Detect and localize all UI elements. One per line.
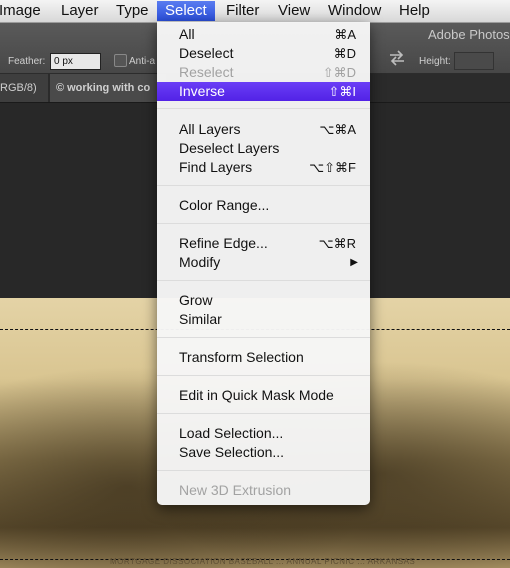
menu-item-inverse-shortcut: ⇧⌘I [328, 84, 356, 99]
menu-item-quick-mask[interactable]: Edit in Quick Mask Mode [157, 386, 370, 405]
menu-item-grow-label: Grow [179, 292, 213, 308]
document-tab-2[interactable]: © working with co [50, 74, 166, 102]
menu-item-all-label: All [179, 26, 195, 42]
menu-bar: Image Layer Type Select Filter View Wind… [0, 0, 510, 23]
menu-item-save-selection-label: Save Selection... [179, 444, 285, 460]
menu-item-deselect[interactable]: Deselect ⌘D [157, 44, 370, 63]
antialias-label: Anti-a [129, 56, 156, 67]
menu-item-find-layers-shortcut: ⌥⇧⌘F [309, 160, 356, 175]
antialias-checkbox[interactable] [114, 54, 127, 67]
menu-filter[interactable]: Filter [226, 1, 259, 21]
menu-item-save-selection[interactable]: Save Selection... [157, 443, 370, 462]
menu-separator [157, 413, 370, 414]
menu-separator [157, 185, 370, 186]
menu-item-grow[interactable]: Grow [157, 291, 370, 310]
menu-item-all-layers-label: All Layers [179, 121, 241, 137]
menu-type[interactable]: Type [116, 1, 149, 21]
photo-caption: MORTGAGE DISSOCIATION BASEBALL ... ANNUA… [110, 557, 416, 566]
select-dropdown-menu: All ⌘A Deselect ⌘D Reselect ⇧⌘D Inverse … [157, 22, 370, 505]
menu-item-similar-label: Similar [179, 311, 222, 327]
submenu-arrow-icon: ▶ [350, 257, 358, 268]
document-tab-1[interactable]: RGB/8) [0, 74, 48, 102]
menu-item-deselect-layers[interactable]: Deselect Layers [157, 139, 370, 158]
menu-separator [157, 470, 370, 471]
menu-item-quick-mask-label: Edit in Quick Mask Mode [179, 387, 334, 403]
menu-item-find-layers-label: Find Layers [179, 159, 253, 175]
menu-item-color-range[interactable]: Color Range... [157, 196, 370, 215]
menu-item-refine-edge[interactable]: Refine Edge... ⌥⌘R [157, 234, 370, 253]
menu-item-refine-edge-shortcut: ⌥⌘R [318, 236, 356, 251]
menu-item-new-3d-extrusion: New 3D Extrusion [157, 481, 370, 500]
document-tab-2-label: working with co [67, 82, 151, 94]
menu-item-inverse[interactable]: Inverse ⇧⌘I [157, 82, 370, 101]
menu-item-reselect: Reselect ⇧⌘D [157, 63, 370, 82]
menu-select[interactable]: Select [157, 1, 215, 21]
menu-window[interactable]: Window [328, 1, 381, 21]
menu-item-deselect-shortcut: ⌘D [333, 46, 356, 61]
menu-view[interactable]: View [278, 1, 310, 21]
menu-item-new-3d-extrusion-label: New 3D Extrusion [179, 482, 292, 498]
menu-item-transform-selection-label: Transform Selection [179, 349, 304, 365]
menu-item-load-selection-label: Load Selection... [179, 425, 284, 441]
menu-item-deselect-layers-label: Deselect Layers [179, 140, 280, 156]
menu-item-deselect-label: Deselect [179, 45, 234, 61]
menu-item-all[interactable]: All ⌘A [157, 25, 370, 44]
menu-item-modify-label: Modify [179, 254, 221, 270]
height-input[interactable] [454, 52, 494, 70]
menu-item-refine-edge-label: Refine Edge... [179, 235, 268, 251]
menu-item-similar[interactable]: Similar [157, 310, 370, 329]
menu-image[interactable]: Image [0, 1, 41, 21]
close-icon[interactable]: © [56, 82, 64, 94]
menu-item-inverse-label: Inverse [179, 83, 225, 99]
menu-item-find-layers[interactable]: Find Layers ⌥⇧⌘F [157, 158, 370, 177]
menu-item-color-range-label: Color Range... [179, 197, 270, 213]
app-title: Adobe Photos [428, 27, 510, 42]
menu-item-all-layers[interactable]: All Layers ⌥⌘A [157, 120, 370, 139]
menu-item-all-layers-shortcut: ⌥⌘A [319, 122, 356, 137]
menu-separator [157, 223, 370, 224]
menu-item-reselect-label: Reselect [179, 64, 234, 80]
menu-item-transform-selection[interactable]: Transform Selection [157, 348, 370, 367]
height-label: Height: [419, 56, 451, 67]
menu-separator [157, 280, 370, 281]
feather-label: Feather: [8, 56, 46, 67]
swap-dimensions-icon[interactable] [388, 50, 406, 66]
menu-separator [157, 337, 370, 338]
menu-item-modify[interactable]: Modify ▶ [157, 253, 370, 272]
menu-item-all-shortcut: ⌘A [334, 27, 356, 42]
feather-input[interactable]: 0 px [50, 53, 101, 70]
document-tab-1-label: RGB/8) [0, 82, 37, 94]
menu-help[interactable]: Help [399, 1, 430, 21]
menu-item-reselect-shortcut: ⇧⌘D [322, 65, 356, 80]
menu-separator [157, 108, 370, 109]
menu-item-load-selection[interactable]: Load Selection... [157, 424, 370, 443]
menu-layer[interactable]: Layer [61, 1, 99, 21]
menu-separator [157, 375, 370, 376]
